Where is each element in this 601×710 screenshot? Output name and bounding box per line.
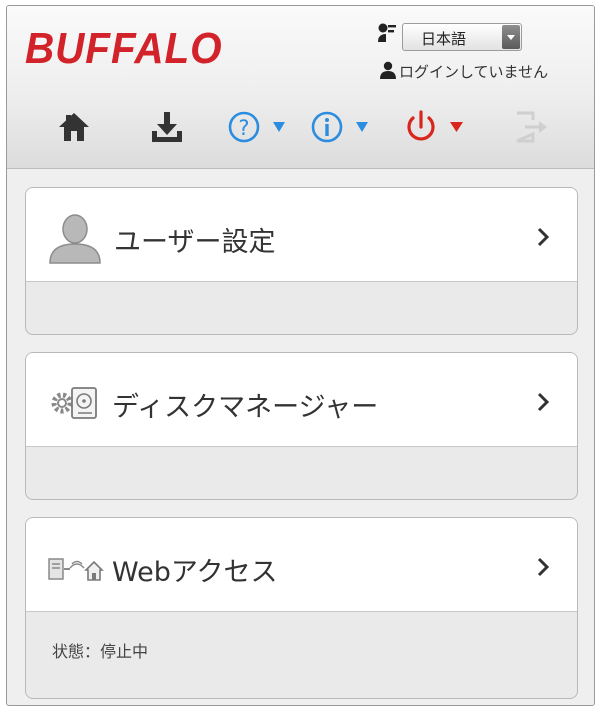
web-access-card: Webアクセス 状態：停止中 [25, 517, 578, 699]
language-select-value: 日本語 [421, 30, 467, 48]
web-access-row[interactable]: Webアクセス [26, 518, 577, 612]
app-frame: BUFFALO 日本語 ログインしていません ? ユーザー設定 ディスクマネージ… [6, 5, 595, 706]
svg-text:?: ? [238, 116, 249, 140]
user-settings-card: ユーザー設定 [25, 187, 578, 335]
help-icon[interactable]: ? [227, 108, 297, 146]
user-icon [49, 214, 101, 264]
user-settings-row[interactable]: ユーザー設定 [26, 188, 577, 282]
disk-manager-label: ディスクマネージャー [112, 392, 379, 423]
user-settings-label: ユーザー設定 [114, 227, 276, 258]
web-access-label: Webアクセス [112, 557, 278, 588]
disk-manager-icon [51, 387, 97, 419]
chevron-right-icon [537, 392, 550, 412]
web-access-status: 状態：停止中 [52, 642, 149, 661]
chevron-right-icon [537, 557, 550, 577]
logout-icon [516, 111, 547, 143]
language-select[interactable]: 日本語 [402, 23, 522, 51]
header-bar: BUFFALO 日本語 ログインしていません ? [7, 6, 594, 169]
power-icon[interactable] [403, 108, 478, 146]
brand-logo: BUFFALO [25, 24, 223, 73]
disk-manager-row[interactable]: ディスクマネージャー [26, 353, 577, 447]
web-access-icon [48, 558, 104, 581]
chevron-down-icon [502, 25, 520, 49]
language-icon [378, 23, 396, 42]
login-status: ログインしていません [399, 63, 549, 81]
download-icon[interactable] [148, 108, 186, 146]
disk-manager-card: ディスクマネージャー [25, 352, 578, 500]
chevron-right-icon [537, 227, 550, 247]
user-icon [380, 61, 396, 79]
info-icon[interactable] [310, 108, 380, 146]
home-icon[interactable] [55, 108, 93, 146]
